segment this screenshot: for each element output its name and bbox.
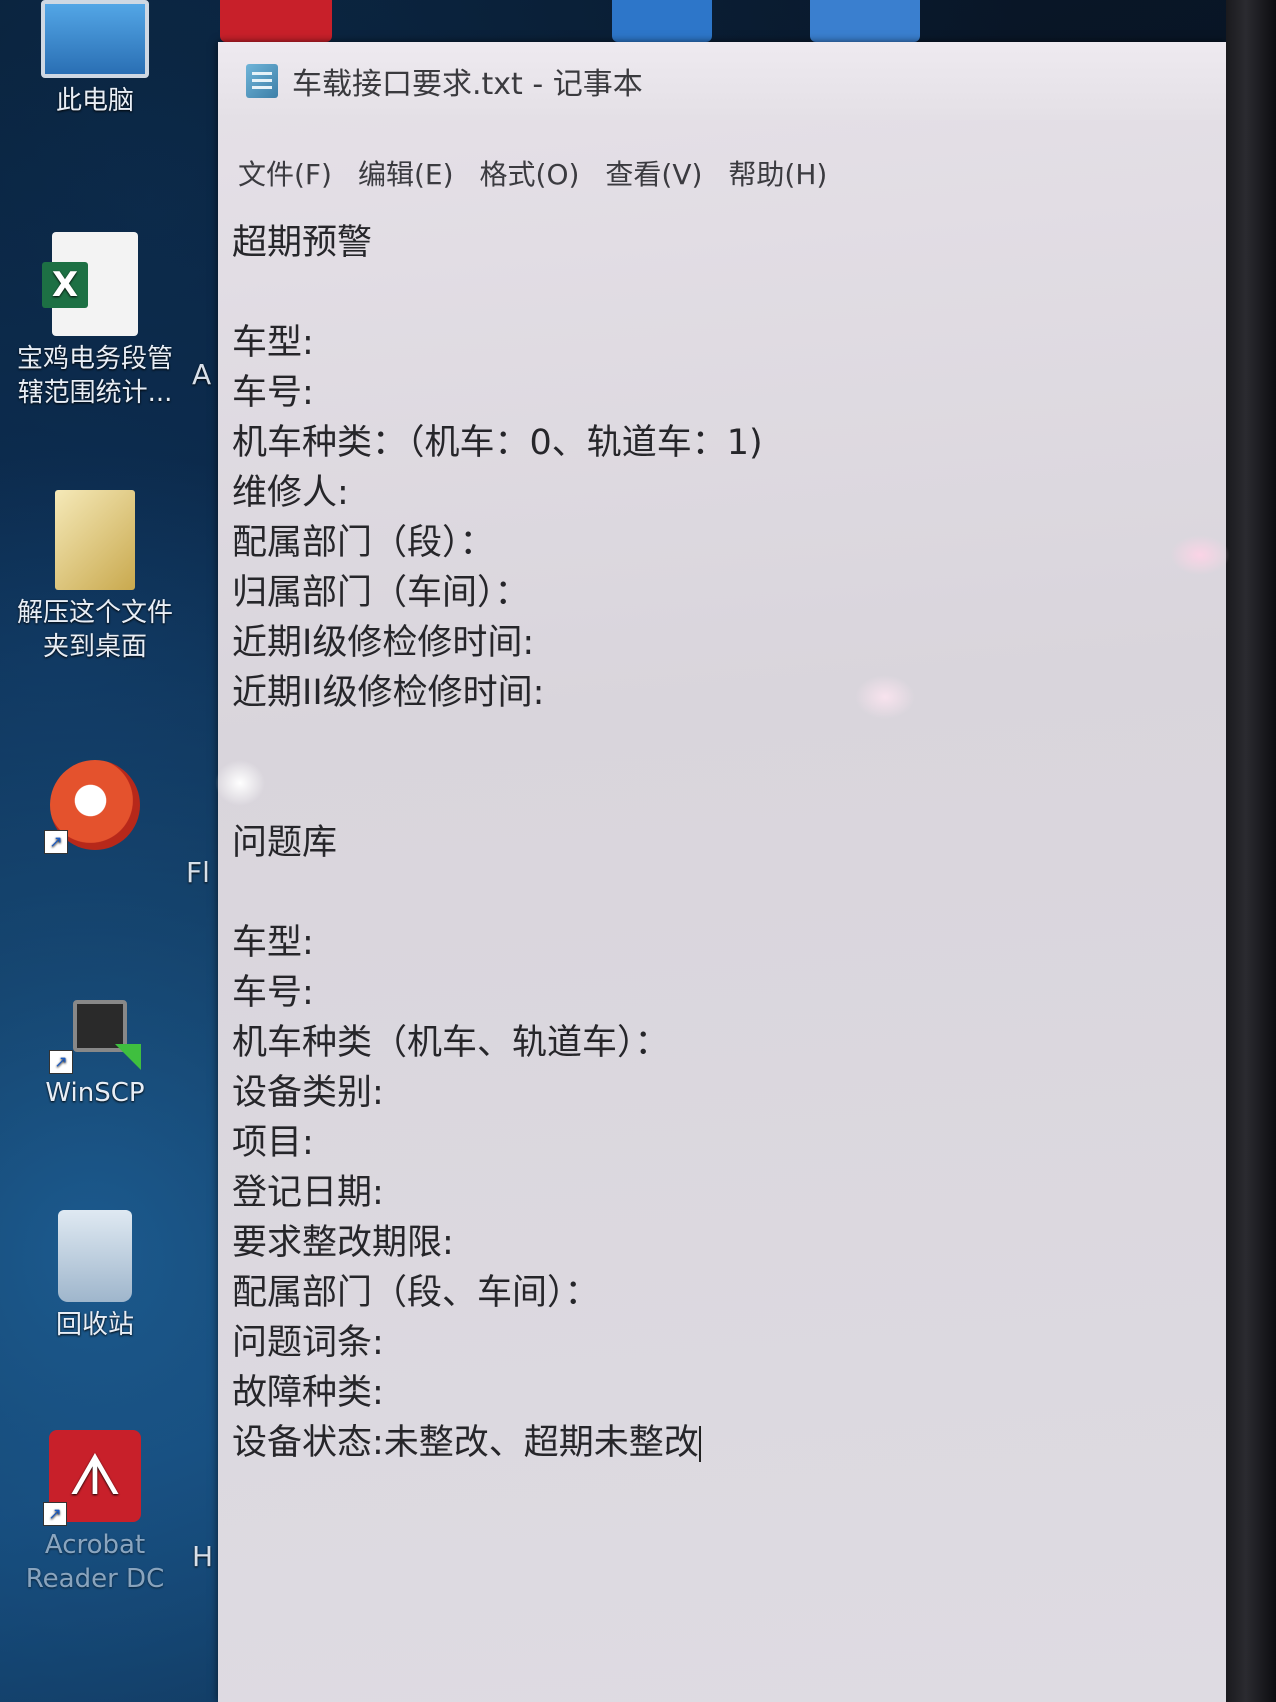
text-line: [232, 268, 1192, 318]
partial-desktop-label: H: [192, 1540, 214, 1573]
notepad-window: 车载接口要求.txt - 记事本 文件(F) 编辑(E) 格式(O) 查看(V)…: [218, 42, 1226, 1702]
text-line: 配属部门（段）：: [232, 523, 495, 563]
text-line: [232, 868, 1192, 918]
text-line: 项目:: [232, 1123, 314, 1163]
text-cursor: [698, 1426, 701, 1462]
text-line: 车型:: [232, 323, 314, 363]
menu-view[interactable]: 查看(V): [605, 153, 702, 193]
desktop-icon-label: Acrobat Reader DC: [25, 1530, 165, 1594]
desktop-icon-label: WinSCP: [45, 1078, 145, 1108]
text-line: [232, 718, 1192, 768]
desktop-icon-video-player[interactable]: ↗: [0, 760, 190, 856]
desktop-icon-winscp[interactable]: ↗ WinSCP: [0, 980, 190, 1110]
top-app-icon-blue[interactable]: [612, 0, 712, 42]
partial-desktop-label: A: [192, 358, 212, 391]
excel-file-icon: X: [42, 232, 138, 336]
desktop-icon-label: 解压这个文件 夹到桌面: [16, 598, 173, 662]
video-player-icon: ↗: [44, 760, 140, 854]
winscp-icon: ↗: [49, 980, 141, 1074]
text-line: 近期I级修检修时间:: [232, 623, 535, 663]
text-line: 登记日期:: [232, 1173, 384, 1213]
menu-help[interactable]: 帮助(H): [728, 153, 827, 193]
this-pc-icon: [41, 0, 149, 78]
text-line: 超期预警: [232, 223, 373, 263]
text-line: 故障种类:: [232, 1373, 384, 1413]
desktop-icon-excel-file[interactable]: X 宝鸡电务段管 辖范围统计...: [0, 232, 190, 410]
top-app-icon-red[interactable]: [220, 0, 332, 42]
text-line: 近期II级修检修时间:: [232, 673, 545, 713]
shortcut-arrow-icon: ↗: [43, 1502, 67, 1526]
desktop-icon-acrobat[interactable]: ᗑ ↗ Acrobat Reader DC: [0, 1430, 190, 1596]
menu-bar: 文件(F) 编辑(E) 格式(O) 查看(V) 帮助(H): [218, 150, 1226, 196]
menu-format[interactable]: 格式(O): [480, 153, 580, 193]
text-line: 机车种类（机车、轨道车）：: [232, 1023, 670, 1063]
text-line: 车号:: [232, 973, 314, 1013]
desktop-icon-label: 宝鸡电务段管 辖范围统计...: [16, 344, 173, 408]
text-editor-area[interactable]: 超期预警车型: 车号: 机车种类：（机车：0、轨道车：1) 维修人: 配属部门（段）： 归…: [232, 218, 1192, 1618]
title-bar[interactable]: 车载接口要求.txt - 记事本: [218, 42, 1226, 120]
monitor-bezel: [1226, 0, 1276, 1702]
text-line: 归属部门（车间）：: [232, 573, 530, 613]
acrobat-reader-icon: ᗑ ↗: [43, 1430, 141, 1526]
text-line: 问题词条:: [232, 1323, 384, 1363]
recycle-bin-icon: [58, 1210, 132, 1302]
text-line: 配属部门（段、车间）：: [232, 1273, 600, 1313]
text-line: 车号:: [232, 373, 314, 413]
text-line: 要求整改期限:: [232, 1223, 454, 1263]
shortcut-arrow-icon: ↗: [49, 1050, 73, 1074]
desktop-icon-this-pc[interactable]: 此电脑: [0, 0, 190, 118]
text-line: 设备状态:未整改、超期未整改: [232, 1423, 701, 1463]
desktop-icon-folder[interactable]: 解压这个文件 夹到桌面: [0, 490, 190, 664]
text-line: 车型:: [232, 923, 314, 963]
desktop-icon-label: 此电脑: [55, 86, 134, 116]
desktop-icon-recycle-bin[interactable]: 回收站: [0, 1210, 190, 1342]
text-line: 问题库: [232, 823, 338, 863]
window-title: 车载接口要求.txt - 记事本: [292, 67, 643, 102]
shortcut-arrow-icon: ↗: [44, 830, 68, 854]
text-line: 维修人:: [232, 473, 349, 513]
folder-icon: [55, 490, 135, 590]
desktop-icon-label: 回收站: [55, 1310, 134, 1340]
top-app-icon-blue-2[interactable]: [810, 0, 920, 42]
text-line: 设备类别:: [232, 1073, 384, 1113]
menu-edit[interactable]: 编辑(E): [358, 153, 454, 193]
notepad-icon: [246, 64, 278, 98]
text-line: [232, 768, 1192, 818]
partial-desktop-label: Fl: [186, 856, 210, 889]
text-line: 机车种类：（机车：0、轨道车：1): [232, 423, 763, 463]
menu-file[interactable]: 文件(F): [238, 153, 332, 193]
